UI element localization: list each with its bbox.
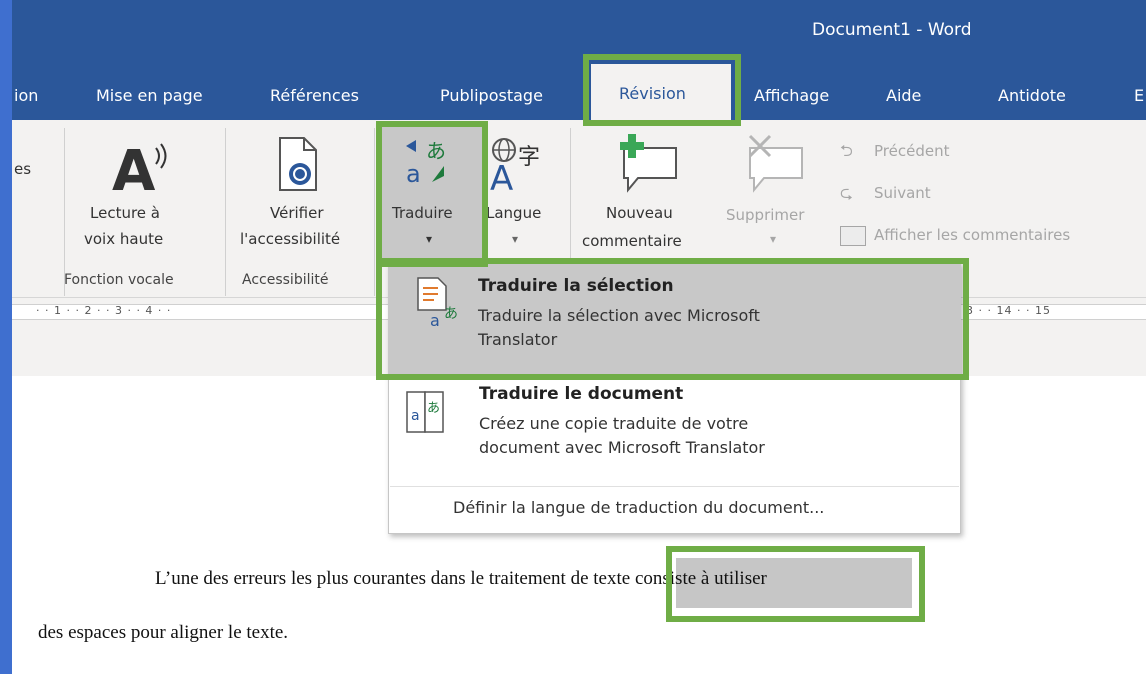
language-label: Langue: [486, 204, 542, 222]
callout-translate-button: [376, 121, 488, 267]
ruler-marks-right: 3 · · 14 · · 15: [966, 304, 1051, 317]
svg-text:字: 字: [518, 145, 540, 170]
read-aloud-icon: A: [112, 139, 167, 196]
document-selected-text[interactable]: traitement de texte: [489, 568, 630, 589]
svg-text:A: A: [490, 159, 513, 194]
show-comments-icon: [840, 226, 866, 246]
language-button[interactable]: A 字 Langue ▾: [482, 130, 562, 260]
new-comment-label-1: Nouveau: [606, 204, 673, 222]
tab-partial-right[interactable]: E: [1134, 86, 1144, 105]
menu-item-set-translation-language[interactable]: Définir la langue de traduction du docum…: [389, 488, 960, 532]
translate-document-title: Traduire le document: [479, 384, 684, 404]
read-aloud-label-1: Lecture à: [90, 204, 160, 222]
document-line-1-before: L’une des erreurs les plus courantes dan…: [155, 568, 489, 589]
tab-antidote[interactable]: Antidote: [998, 86, 1066, 105]
show-comments-button[interactable]: Afficher les commentaires: [840, 224, 1140, 250]
next-comment-icon: ⮎: [840, 183, 853, 202]
tab-mise-en-page[interactable]: Mise en page: [96, 86, 203, 105]
show-comments-label: Afficher les commentaires: [874, 226, 1071, 244]
check-accessibility-button[interactable]: Vérifier l'accessibilité: [232, 130, 372, 260]
translate-document-desc-1: Créez une copie traduite de votre: [479, 414, 749, 433]
callout-tab-revision: [583, 54, 741, 126]
callout-selected-text: [666, 546, 925, 622]
document-line-2[interactable]: des espaces pour aligner le texte.: [38, 622, 288, 644]
menu-item-translate-document[interactable]: a あ Traduire le document Créez une copie…: [389, 376, 960, 484]
tab-references[interactable]: Références: [270, 86, 359, 105]
tab-aide[interactable]: Aide: [886, 86, 921, 105]
group-separator: [225, 128, 226, 296]
svg-text:a: a: [411, 408, 420, 424]
accessibility-check-icon: [279, 137, 317, 191]
title-bar: Document1 - Word: [12, 0, 1146, 60]
svg-text:A: A: [112, 139, 156, 196]
delete-comment-label: Supprimer: [726, 206, 805, 224]
window-title: Document1 - Word: [812, 20, 972, 40]
previous-comment-label: Précédent: [874, 142, 950, 160]
group-label-accessibilite: Accessibilité: [242, 272, 329, 288]
next-comment-label: Suivant: [874, 184, 931, 202]
read-aloud-button[interactable]: A Lecture à voix haute: [70, 130, 220, 260]
svg-text:あ: あ: [427, 401, 440, 416]
ruler-marks-left: · · 1 · · 2 · · 3 · · 4 · ·: [36, 304, 172, 317]
delete-comment-button[interactable]: Supprimer ▾: [722, 130, 832, 260]
tab-partial-left[interactable]: ion: [14, 86, 38, 105]
next-comment-button[interactable]: ⮎ Suivant: [840, 182, 990, 208]
group-separator: [374, 128, 375, 296]
new-comment-button[interactable]: Nouveau commentaire: [576, 130, 722, 260]
menu-divider: [390, 486, 959, 487]
group-separator: [64, 128, 65, 296]
check-accessibility-label-1: Vérifier: [270, 204, 324, 222]
tab-publipostage[interactable]: Publipostage: [440, 86, 543, 105]
translate-document-desc-2: document avec Microsoft Translator: [479, 438, 765, 457]
left-decoration-strip: [0, 0, 12, 674]
check-accessibility-label-2: l'accessibilité: [240, 230, 341, 248]
ribbon-partial-label: es: [14, 160, 32, 178]
new-comment-icon: [620, 134, 677, 193]
callout-translate-selection: [376, 258, 969, 380]
new-comment-label-2: commentaire: [582, 232, 682, 250]
previous-comment-icon: ⮌: [840, 141, 853, 160]
delete-comment-icon: [748, 134, 803, 193]
set-translation-language-label: Définir la langue de traduction du docum…: [453, 498, 825, 517]
language-icon: A 字: [490, 138, 540, 194]
translate-document-icon: a あ: [406, 391, 444, 433]
delete-comment-dropdown-arrow: ▾: [770, 232, 777, 246]
language-dropdown-arrow: ▾: [512, 232, 519, 246]
tab-affichage[interactable]: Affichage: [754, 86, 829, 105]
read-aloud-label-2: voix haute: [84, 230, 164, 248]
previous-comment-button[interactable]: ⮌ Précédent: [840, 140, 990, 166]
group-label-fonction-vocale: Fonction vocale: [64, 272, 174, 288]
